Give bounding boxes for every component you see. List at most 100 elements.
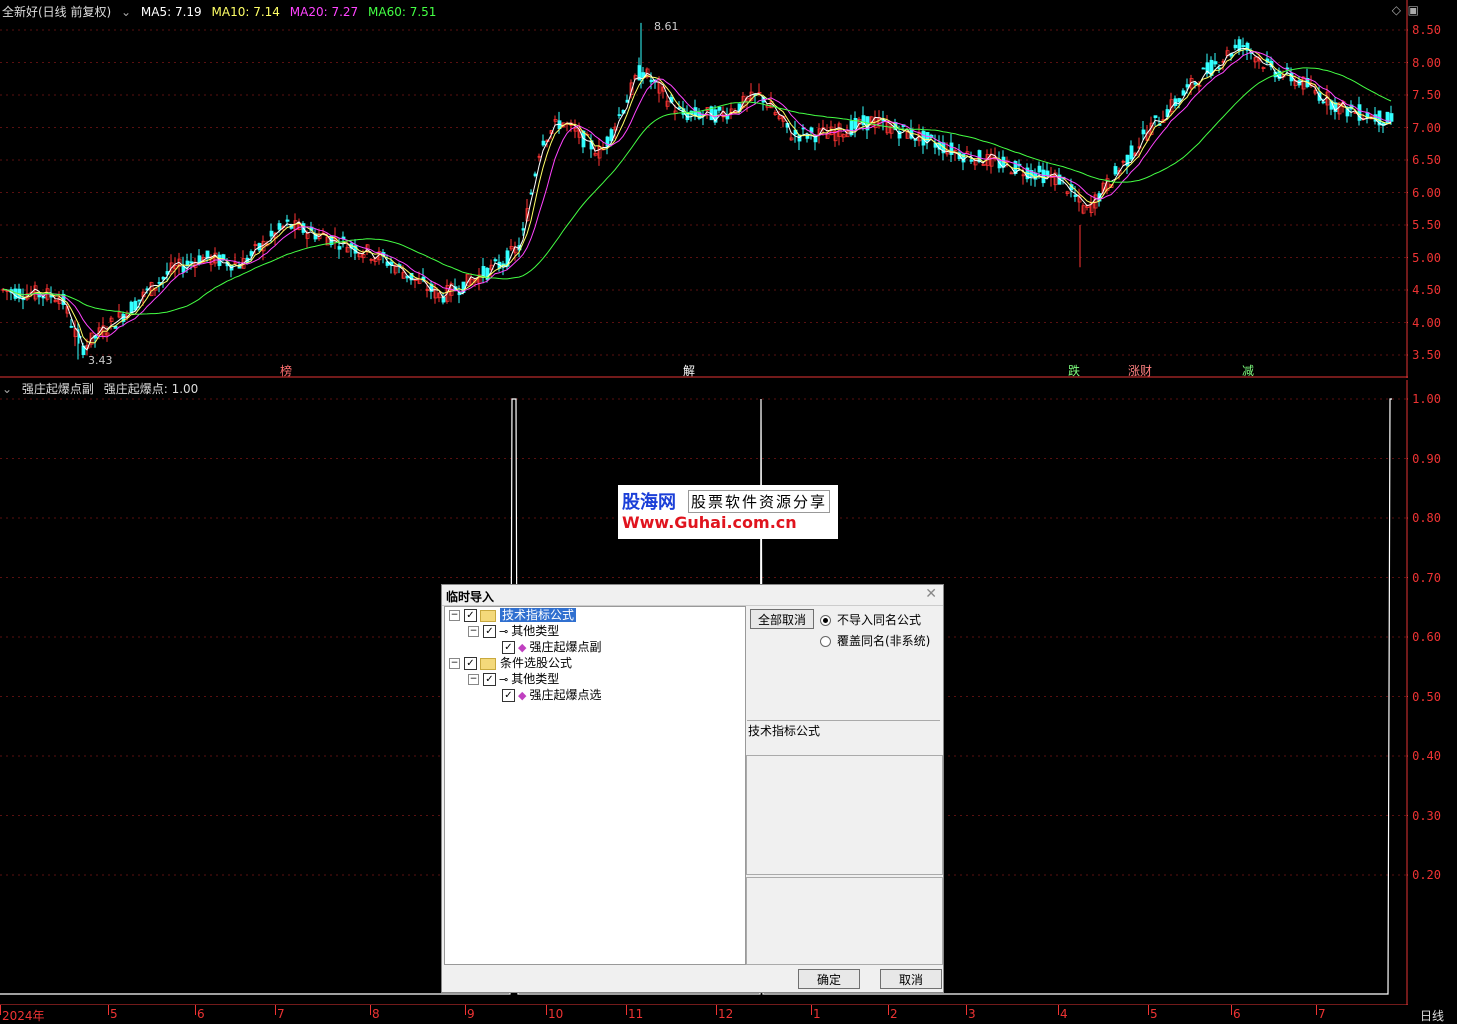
date-tick: [626, 1005, 627, 1015]
collapse-toggle-icon[interactable]: −: [449, 610, 460, 621]
collapse-icon[interactable]: ⌄: [121, 5, 131, 19]
event-tag[interactable]: 解: [681, 362, 697, 379]
key-icon: ⊸: [499, 673, 509, 686]
date-tick-label: 8: [372, 1007, 380, 1021]
event-tag[interactable]: 跌: [1066, 362, 1082, 379]
candle-body: [1213, 61, 1218, 65]
checkbox-checked-icon[interactable]: ✓: [483, 625, 496, 638]
tree-node[interactable]: ✓ ◆ 强庄起爆点选: [487, 687, 601, 703]
indicator-collapse-icon[interactable]: ⌄: [2, 382, 12, 396]
date-tick: [0, 1005, 1, 1015]
tree-node[interactable]: ✓ ◆ 强庄起爆点副: [487, 639, 601, 655]
tree-node[interactable]: − ✓ 条件选股公式: [449, 655, 572, 671]
radio-skip-same-name[interactable]: 不导入同名公式: [820, 611, 921, 628]
formula-tree[interactable]: − ✓ 技术指标公式 − ✓ ⊸ 其他类型 ✓ ◆ 强庄起爆点副 − ✓ 条件选股公式 − ✓ ⊸ 其他类型 ✓ ◆…: [444, 606, 746, 965]
date-tick: [966, 1005, 967, 1015]
cancel-button[interactable]: 取消: [880, 969, 942, 989]
ok-button[interactable]: 确定: [798, 969, 860, 989]
price-title: 全新好(日线 前复权): [2, 5, 112, 19]
close-icon[interactable]: ✕: [925, 586, 937, 602]
date-tick-label: 4: [1060, 1007, 1068, 1021]
description-box: [746, 755, 943, 875]
diamond-icon[interactable]: ◇: [1392, 3, 1401, 17]
date-tick-label: 11: [628, 1007, 644, 1021]
formula-icon: ◆: [518, 689, 527, 702]
checkbox-checked-icon[interactable]: ✓: [502, 689, 515, 702]
candle-body: [1041, 169, 1046, 184]
radio-on-icon[interactable]: [820, 615, 831, 626]
ma5-label: MA5: 7.19: [140, 5, 202, 19]
event-tag[interactable]: 减: [1240, 362, 1256, 379]
event-tag[interactable]: 榜: [278, 362, 294, 379]
date-tick-label: 3: [968, 1007, 976, 1021]
watermark-slogan: 股票软件资源分享: [688, 490, 831, 513]
indicator-header: ⌄ 强庄起爆点副 强庄起爆点: 1.00: [2, 380, 204, 397]
candle-body: [1201, 67, 1206, 70]
period-label[interactable]: 日线: [1420, 1007, 1444, 1024]
event-tag[interactable]: 涨财: [1126, 362, 1154, 379]
radio-off-icon[interactable]: [820, 636, 831, 647]
candle-body: [481, 266, 486, 278]
date-tick-label: 1: [813, 1007, 821, 1021]
tree-node-label: 强庄起爆点选: [529, 688, 602, 702]
indicator-tick-label: 0.50: [1412, 689, 1441, 704]
indicator-name: 强庄起爆点副: [21, 382, 94, 396]
ma10-label: MA10: 7.14: [211, 5, 280, 19]
candle-body: [541, 140, 546, 146]
preview-box: [746, 877, 943, 965]
radio-overwrite[interactable]: 覆盖同名(非系统): [820, 632, 930, 649]
low-annotation: 3.43: [88, 354, 113, 367]
date-tick: [546, 1005, 547, 1015]
tree-node-label: 强庄起爆点副: [529, 640, 602, 654]
dialog-titlebar[interactable]: 临时导入 ✕: [442, 585, 943, 606]
indicator-tick-label: 0.30: [1412, 808, 1441, 823]
date-tick: [465, 1005, 466, 1015]
tree-node-label: 其他类型: [511, 624, 560, 638]
key-icon: ⊸: [499, 625, 509, 638]
tree-node[interactable]: − ✓ 技术指标公式: [449, 607, 577, 623]
candle-body: [185, 260, 190, 266]
cancel-all-button[interactable]: 全部取消: [750, 609, 814, 629]
date-tick-label: 2: [890, 1007, 898, 1021]
tree-node-label: 条件选股公式: [500, 656, 573, 670]
price-chart-panel[interactable]: [0, 0, 1457, 378]
date-tick-label: 12: [718, 1007, 734, 1021]
collapse-toggle-icon[interactable]: −: [468, 674, 479, 685]
folder-icon: [480, 656, 500, 670]
collapse-toggle-icon[interactable]: −: [449, 658, 460, 669]
import-dialog[interactable]: 临时导入 ✕ − ✓ 技术指标公式 − ✓ ⊸ 其他类型 ✓ ◆ 强庄起爆点副 − ✓ 条件选股公式 − ✓…: [441, 584, 944, 993]
candle-body: [285, 219, 290, 222]
indicator-tick-label: 0.70: [1412, 570, 1441, 585]
date-tick: [1148, 1005, 1149, 1015]
date-tick-label: 9: [467, 1007, 475, 1021]
price-tick-label: 3.50: [1412, 348, 1441, 362]
checkbox-checked-icon[interactable]: ✓: [464, 657, 477, 670]
collapse-toggle-icon[interactable]: −: [468, 626, 479, 637]
candle-body: [1153, 115, 1158, 118]
candle-body: [337, 246, 342, 250]
date-tick-label: 7: [277, 1007, 285, 1021]
price-tick-label: 5.50: [1412, 218, 1441, 232]
price-tick-label: 4.50: [1412, 283, 1441, 297]
radio-skip-label: 不导入同名公式: [837, 613, 922, 627]
window-icon[interactable]: ▣: [1408, 3, 1419, 17]
tree-node[interactable]: − ✓ ⊸ 其他类型: [468, 671, 559, 687]
date-tick: [888, 1005, 889, 1015]
watermark-url: Www.Guhai.com.cn: [622, 513, 797, 532]
candle-body: [1073, 194, 1078, 197]
candle-body: [1173, 98, 1178, 107]
price-chart[interactable]: [0, 0, 1457, 378]
candle-body: [717, 106, 722, 111]
candle-body: [1113, 166, 1118, 175]
indicator-tick-label: 0.80: [1412, 511, 1441, 525]
candle-body: [269, 230, 274, 237]
candle-body: [441, 296, 446, 303]
checkbox-checked-icon[interactable]: ✓: [464, 609, 477, 622]
checkbox-checked-icon[interactable]: ✓: [502, 641, 515, 654]
indicator-tick-label: 1.00: [1412, 392, 1441, 406]
date-tick: [370, 1005, 371, 1015]
tree-node[interactable]: − ✓ ⊸ 其他类型: [468, 623, 559, 639]
date-tick: [716, 1005, 717, 1015]
candle-body: [649, 79, 654, 83]
checkbox-checked-icon[interactable]: ✓: [483, 673, 496, 686]
